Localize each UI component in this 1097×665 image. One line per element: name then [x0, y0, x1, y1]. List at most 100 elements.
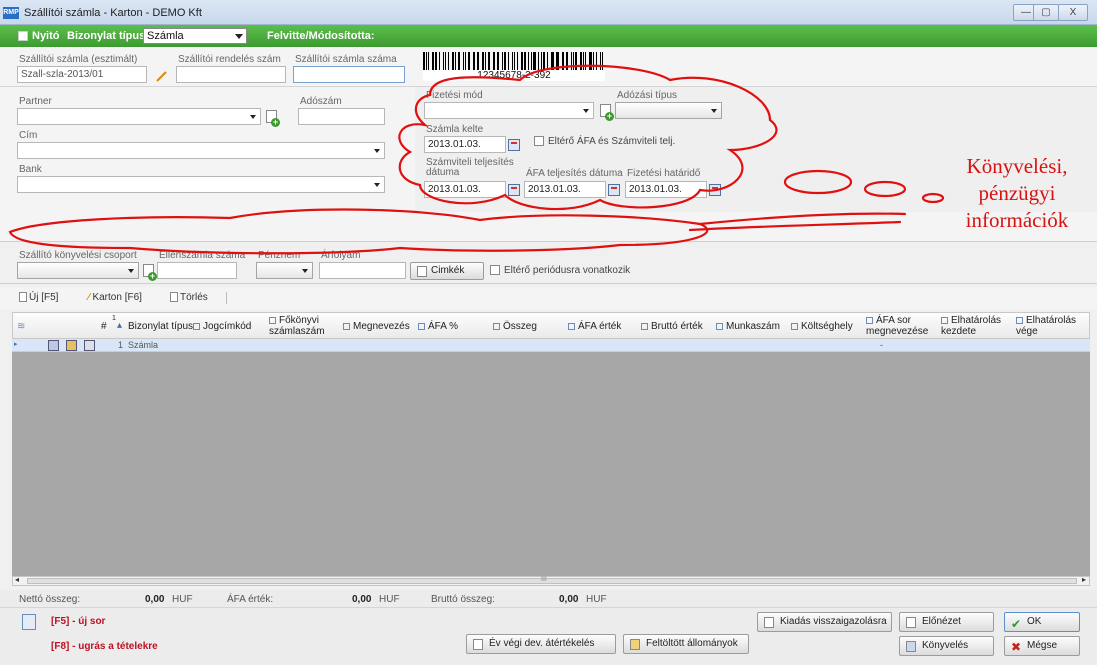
netto-currency: HUF — [172, 594, 193, 605]
grid-settings-icon[interactable]: ≋ — [17, 321, 25, 332]
szamla-becsult-field[interactable]: Szall-szla-2013/01 — [17, 66, 147, 83]
adoszam-field[interactable] — [298, 108, 385, 125]
column-checkbox[interactable] — [791, 322, 798, 330]
notes-icon[interactable] — [22, 614, 36, 630]
fizetesi-mod-select[interactable] — [424, 102, 594, 119]
column-checkbox[interactable] — [716, 322, 723, 330]
new-row-button[interactable]: Új [F5] — [19, 292, 58, 303]
col-header-bizonylat-tipus[interactable]: Bizonylat típus — [128, 321, 193, 332]
partner-select[interactable] — [17, 108, 261, 125]
szamviteli-telj-field[interactable]: 2013.01.03. — [424, 181, 506, 198]
chevron-down-icon — [235, 34, 243, 39]
column-checkbox[interactable] — [343, 322, 350, 330]
document-type-bar: Nyitó Bizonylat típus Számla Felvitte/Mó… — [0, 25, 1097, 47]
afa-currency: HUF — [379, 594, 400, 605]
scrollbar-thumb[interactable] — [27, 578, 1077, 584]
rendeles-szam-field[interactable] — [176, 66, 286, 83]
row-attach-icon[interactable] — [66, 340, 77, 351]
sort-ascending-icon: ▴ — [117, 320, 123, 331]
column-checkbox[interactable] — [866, 316, 873, 324]
horizontal-scrollbar[interactable]: ◂ III ▸ — [12, 575, 1090, 586]
ellenszamla-field[interactable] — [157, 262, 237, 279]
column-checkbox[interactable] — [641, 322, 648, 330]
feltoltott-button[interactable]: Feltöltött állományok — [623, 634, 749, 654]
restore-button[interactable]: ▢ — [1033, 4, 1059, 21]
add-konyvelesi-csoport-icon[interactable] — [143, 264, 157, 281]
calendar-icon[interactable] — [508, 139, 520, 151]
kiadas-button[interactable]: Kiadás visszaigazolásra — [757, 612, 892, 632]
scroll-right-icon[interactable]: ▸ — [1082, 575, 1086, 584]
col-header-megnevezes[interactable]: Megnevezés — [343, 321, 410, 332]
arfolyam-field[interactable] — [319, 262, 406, 279]
calendar-icon[interactable] — [709, 184, 721, 196]
grid-empty-area — [12, 352, 1090, 576]
cim-select[interactable] — [17, 142, 385, 159]
add-fizetesi-mod-icon[interactable] — [600, 104, 614, 121]
ok-button[interactable]: ✔ OK — [1004, 612, 1080, 632]
col-header-num[interactable]: # — [101, 321, 107, 332]
barcode-bar — [432, 52, 434, 70]
penznem-select[interactable] — [256, 262, 313, 279]
barcode-bar — [455, 52, 456, 70]
elonezet-label: Előnézet — [922, 616, 961, 627]
col-header-brutto-ertek[interactable]: Bruttó érték — [641, 321, 703, 332]
barcode-bar — [585, 52, 587, 70]
szamla-szama-field[interactable] — [293, 66, 405, 83]
elonezet-button[interactable]: Előnézet — [899, 612, 994, 632]
col-header-afa-ertek[interactable]: ÁFA érték — [568, 321, 621, 332]
barcode-text: 12345678-2-392 — [423, 70, 605, 81]
row-detail-icon[interactable] — [84, 340, 95, 351]
barcode-bar — [497, 52, 499, 70]
fizetesi-hatarido-label: Fizetési határidő — [627, 168, 701, 179]
column-checkbox[interactable] — [1016, 316, 1023, 324]
table-row[interactable]: ▸ 1 Számla - — [12, 339, 1090, 352]
column-checkbox[interactable] — [269, 316, 276, 324]
konyveles-button[interactable]: Könyvelés — [899, 636, 994, 656]
nyito-checkbox[interactable] — [18, 31, 28, 41]
scroll-left-icon[interactable]: ◂ — [15, 575, 19, 584]
col-header-osszeg[interactable]: Összeg — [493, 321, 537, 332]
eltero-afa-checkbox[interactable] — [534, 136, 544, 146]
cimkek-button[interactable]: Cimkék — [410, 262, 484, 280]
eltero-afa-label: Eltérő ÁFA és Számviteli telj. — [548, 136, 676, 147]
fizetesi-mod-label: Fizetési mód — [426, 90, 483, 101]
ellenszamla-label: Ellenszámla száma — [159, 250, 246, 261]
column-checkbox[interactable] — [193, 322, 200, 330]
col-header-jogcimkod[interactable]: Jogcímkód — [193, 321, 251, 332]
column-checkbox[interactable] — [493, 322, 500, 330]
add-partner-icon[interactable] — [266, 110, 280, 127]
column-checkbox[interactable] — [568, 322, 575, 330]
col-header-fokonyvi[interactable]: Főkönyvi számlaszám — [269, 315, 339, 337]
ev-vegi-button[interactable]: Év végi dev. átértékelés — [466, 634, 616, 654]
col-header-afa-szazalek[interactable]: ÁFA % — [418, 321, 458, 332]
calendar-icon[interactable] — [608, 184, 620, 196]
col-header-elhatarolas-vege[interactable]: Elhatárolás vége — [1016, 315, 1088, 337]
ev-vegi-label: Év végi dev. átértékelés — [489, 638, 595, 649]
calendar-icon[interactable] — [508, 184, 520, 196]
adozasi-tipus-select[interactable] — [615, 102, 722, 119]
col-header-koltseghely[interactable]: Költséghely — [791, 321, 853, 332]
col-header-afa-sor[interactable]: ÁFA sor megnevezése — [866, 315, 944, 337]
chevron-down-icon — [374, 149, 380, 153]
row-edit-icon[interactable] — [48, 340, 59, 351]
delete-button[interactable]: Törlés — [170, 292, 208, 303]
barcode-bar — [523, 52, 526, 70]
barcode-bar — [457, 52, 461, 70]
column-checkbox[interactable] — [418, 322, 425, 330]
close-button[interactable]: X — [1058, 4, 1088, 21]
column-checkbox[interactable] — [941, 316, 948, 324]
col-header-elhatarolas-kezdete[interactable]: Elhatárolás kezdete — [941, 315, 1007, 337]
barcode-bar — [512, 52, 513, 70]
bank-select[interactable] — [17, 176, 385, 193]
edit-pencil-icon[interactable] — [155, 70, 168, 83]
karton-button[interactable]: ⁄ Karton [F6] — [88, 292, 142, 303]
afa-telj-field[interactable]: 2013.01.03. — [524, 181, 606, 198]
szamla-kelte-field[interactable]: 2013.01.03. — [424, 136, 506, 153]
megse-button[interactable]: ✖ Mégse — [1004, 636, 1080, 656]
col-header-munkaszam[interactable]: Munkaszám — [716, 321, 780, 332]
fizetesi-hatarido-field[interactable]: 2013.01.03. — [625, 181, 707, 198]
konyvelesi-csoport-select[interactable] — [17, 262, 139, 279]
bizonylat-tipus-select[interactable]: Számla — [143, 28, 247, 44]
eltero-periodus-checkbox[interactable] — [490, 265, 500, 275]
barcode-bar — [600, 52, 601, 70]
